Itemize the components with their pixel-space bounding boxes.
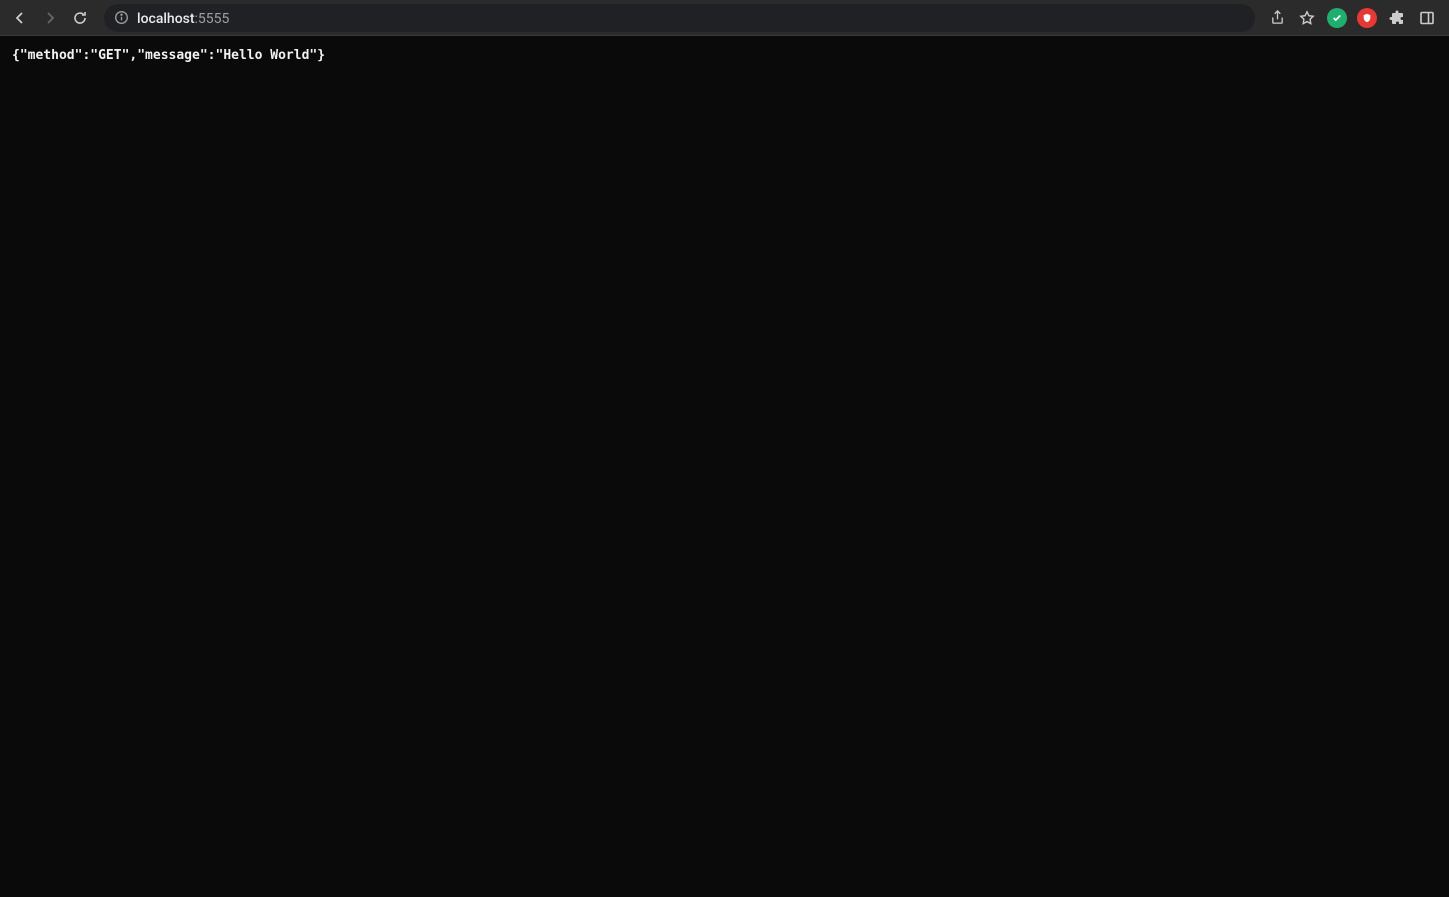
shield-icon [1362,13,1372,23]
checkmark-icon [1332,13,1342,23]
back-icon [12,10,28,26]
reload-button[interactable] [70,8,90,28]
url-display: localhost:5555 [137,8,229,27]
page-content: {"method":"GET","message":"Hello World"} [0,36,1449,897]
extensions-button[interactable] [1387,8,1407,28]
panel-icon [1419,10,1435,26]
response-body: {"method":"GET","message":"Hello World"} [12,48,1437,63]
extension-green-icon[interactable] [1327,8,1347,28]
side-panel-button[interactable] [1417,8,1437,28]
bookmark-button[interactable] [1297,8,1317,28]
url-port: :5555 [195,11,230,27]
star-icon [1299,10,1315,26]
forward-button[interactable] [40,8,60,28]
nav-buttons [8,8,92,28]
share-icon [1270,10,1285,25]
browser-toolbar: localhost:5555 [0,0,1449,36]
back-button[interactable] [10,8,30,28]
address-bar[interactable]: localhost:5555 [104,4,1255,32]
info-icon [114,10,129,25]
toolbar-right [1267,8,1441,28]
extension-red-icon[interactable] [1357,8,1377,28]
reload-icon [72,10,88,26]
url-host: localhost [137,11,195,27]
puzzle-icon [1389,10,1405,26]
forward-icon [42,10,58,26]
site-info-button[interactable] [114,10,129,25]
share-button[interactable] [1267,8,1287,28]
